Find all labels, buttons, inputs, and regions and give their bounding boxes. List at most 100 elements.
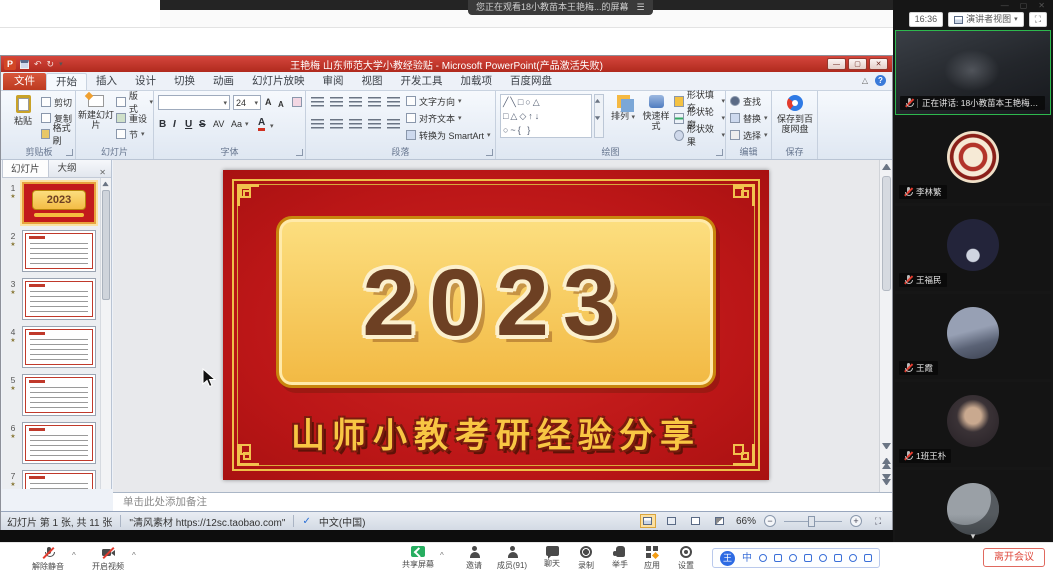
unmute-button[interactable]: 解除静音: [26, 546, 70, 571]
numbering-icon[interactable]: [330, 97, 343, 108]
ime-clipboard-icon[interactable]: [804, 554, 812, 562]
tab-addins[interactable]: 加载项: [452, 73, 502, 90]
columns-icon[interactable]: [387, 119, 400, 130]
share-options-chevron-icon[interactable]: ^: [440, 551, 444, 560]
pane-tab-slides[interactable]: 幻灯片: [2, 160, 49, 177]
smartart-button[interactable]: 转换为 SmartArt▾: [406, 128, 491, 142]
participant-tile-speaker[interactable]: 正在讲话: 18小教苗本王艳梅2...: [895, 30, 1051, 115]
ime-emoji-icon[interactable]: [789, 554, 797, 562]
mic-options-chevron-icon[interactable]: ^: [72, 551, 76, 560]
section-button[interactable]: 节▾: [116, 127, 145, 141]
qat-chevron-down-icon[interactable]: ▾: [59, 60, 63, 68]
current-slide[interactable]: 2023 山师小教考研经验分享: [223, 170, 769, 480]
slide-thumbnail-7[interactable]: 7★: [5, 470, 97, 489]
participant-tile-5[interactable]: 1班王朴: [895, 382, 1051, 467]
tab-transitions[interactable]: 切换: [165, 73, 204, 90]
language-indicator[interactable]: 中文(中国): [319, 514, 366, 529]
tab-developer[interactable]: 开发工具: [392, 73, 452, 90]
leave-meeting-button[interactable]: 离开会议: [983, 548, 1045, 567]
format-painter-button[interactable]: 格式刷: [41, 127, 75, 141]
change-case-button[interactable]: Aa▾: [231, 117, 249, 131]
slide-thumbnail-1[interactable]: 1★ 2023: [5, 182, 97, 228]
tab-file[interactable]: 文件: [3, 73, 46, 90]
font-color-chevron-icon[interactable]: ▾: [270, 119, 274, 133]
cut-button[interactable]: 剪切: [41, 95, 72, 109]
text-direction-button[interactable]: 文字方向▾: [406, 94, 462, 108]
tab-home[interactable]: 开始: [46, 73, 87, 90]
scroll-up-icon[interactable]: [882, 164, 891, 170]
italic-button[interactable]: I: [173, 117, 176, 131]
font-size-select[interactable]: 24▾: [233, 95, 261, 110]
slide-sorter-button[interactable]: [664, 514, 680, 528]
participant-tile-3[interactable]: 王福民: [895, 206, 1051, 291]
new-slide-button[interactable]: 新建幻灯片: [76, 93, 116, 141]
start-video-button[interactable]: 开启视频: [86, 546, 130, 571]
ime-pencil-icon[interactable]: [774, 554, 782, 562]
ime-punctuation-icon[interactable]: [759, 554, 767, 562]
watching-banner[interactable]: 您正在观看18小教苗本王艳梅...的屏幕 ☰: [468, 0, 653, 15]
slide-thumbnail-4[interactable]: 4★: [5, 326, 97, 372]
participant-tile-4[interactable]: 王霞: [895, 294, 1051, 379]
normal-view-button[interactable]: [640, 514, 656, 528]
zoom-slider[interactable]: [784, 521, 842, 522]
shrink-font-button[interactable]: A: [278, 97, 284, 111]
ime-settings-icon[interactable]: [864, 554, 872, 562]
align-center-icon[interactable]: [330, 119, 343, 130]
clear-formatting-button[interactable]: [292, 95, 302, 109]
strikethrough-button[interactable]: S: [199, 117, 206, 131]
bold-button[interactable]: B: [159, 117, 166, 131]
layout-button[interactable]: 版式▾: [116, 95, 153, 109]
pane-close-icon[interactable]: ✕: [94, 168, 111, 177]
slideshow-button[interactable]: [712, 514, 728, 528]
grow-font-button[interactable]: A: [265, 95, 272, 109]
slide-thumbnail-2[interactable]: 2★: [5, 230, 97, 276]
maximize-button[interactable]: ▢: [1020, 1, 1028, 10]
undo-icon[interactable]: ↶: [34, 59, 42, 70]
find-button[interactable]: 查找: [730, 94, 761, 108]
tab-slideshow[interactable]: 幻灯片放映: [243, 73, 314, 90]
spellcheck-icon[interactable]: ✓: [302, 516, 310, 527]
character-spacing-button[interactable]: AV: [213, 117, 224, 131]
line-spacing-icon[interactable]: [387, 97, 400, 108]
scroll-down-icon[interactable]: [882, 443, 891, 449]
align-left-icon[interactable]: [311, 119, 324, 130]
tab-view[interactable]: 视图: [353, 73, 392, 90]
arrange-button[interactable]: 排列 ▾: [608, 93, 638, 141]
ppt-title-bar[interactable]: P ↶ ↻ ▾ 王艳梅 山东师范大学小教经验贴 - Microsoft Powe…: [1, 56, 892, 72]
align-text-button[interactable]: 对齐文本▾: [406, 111, 462, 125]
canvas-scrollbar[interactable]: [879, 160, 892, 492]
quick-styles-button[interactable]: 快速样式: [640, 93, 672, 141]
zoom-out-button[interactable]: −: [764, 515, 776, 527]
tab-design[interactable]: 设计: [126, 73, 165, 90]
tab-review[interactable]: 审阅: [314, 73, 353, 90]
ppt-minimize-button[interactable]: —: [827, 58, 846, 70]
font-color-button[interactable]: A: [258, 117, 265, 131]
fullscreen-button[interactable]: ⛶: [1029, 12, 1047, 27]
banner-menu-icon[interactable]: ☰: [637, 0, 645, 15]
close-button[interactable]: ✕: [1038, 1, 1045, 10]
ime-language-toggle[interactable]: 中: [742, 551, 752, 566]
reading-view-button[interactable]: [688, 514, 704, 528]
collapse-ribbon-icon[interactable]: △: [862, 76, 868, 85]
notes-placeholder[interactable]: 单击此处添加备注: [113, 492, 892, 511]
align-right-icon[interactable]: [349, 119, 362, 130]
tab-animations[interactable]: 动画: [204, 73, 243, 90]
ime-avatar[interactable]: 王: [720, 551, 735, 566]
pane-tab-outline[interactable]: 大纲: [49, 160, 86, 177]
slide-thumbnail-3[interactable]: 3★: [5, 278, 97, 324]
ppt-close-button[interactable]: ✕: [869, 58, 888, 70]
underline-button[interactable]: U: [185, 117, 192, 131]
zoom-slider-thumb[interactable]: [808, 516, 815, 527]
ppt-maximize-button[interactable]: ▢: [848, 58, 867, 70]
participant-tile-6[interactable]: ▾: [895, 470, 1051, 542]
shape-effects-button[interactable]: 形状效果▾: [674, 128, 725, 142]
ime-keyboard-icon[interactable]: [834, 554, 842, 562]
save-to-baidu-button[interactable]: 保存到百度网盘: [775, 93, 815, 141]
help-icon[interactable]: ?: [875, 75, 886, 86]
slide-thumbnail-5[interactable]: 5★: [5, 374, 97, 420]
more-participants-chevron-icon[interactable]: ▾: [895, 531, 1051, 541]
slide-thumbnail-6[interactable]: 6★: [5, 422, 97, 468]
minimize-button[interactable]: —: [1001, 1, 1009, 10]
video-options-chevron-icon[interactable]: ^: [132, 551, 136, 560]
justify-icon[interactable]: [368, 119, 381, 130]
